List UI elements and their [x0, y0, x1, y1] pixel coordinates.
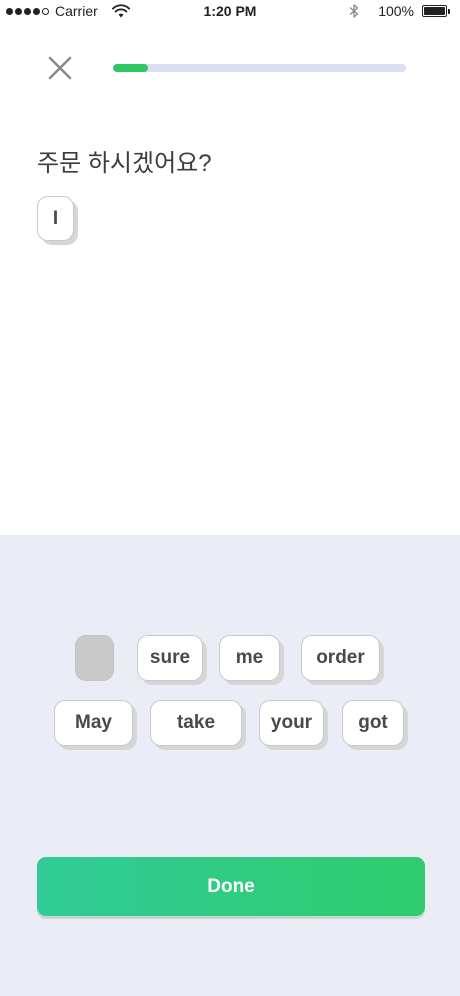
status-bar: Carrier 1:20 PM 100% — [0, 0, 460, 22]
word-chip-label: sure — [149, 647, 191, 668]
answer-chip[interactable]: I — [37, 196, 74, 241]
word-chip-label: me — [235, 647, 264, 668]
word-bank-area — [0, 535, 460, 996]
word-chip-take[interactable]: take — [150, 700, 242, 746]
word-chip-may[interactable]: May — [54, 700, 133, 746]
battery-percent: 100% — [378, 3, 414, 19]
word-chip-used-placeholder — [75, 635, 114, 681]
lesson-progress-fill — [113, 64, 149, 72]
word-chip-label: your — [270, 712, 313, 733]
done-button-label: Done — [207, 875, 255, 897]
close-icon — [48, 56, 72, 80]
word-chip-got[interactable]: got — [342, 700, 404, 746]
bluetooth-icon — [349, 4, 359, 18]
word-chip-label: got — [358, 712, 388, 733]
done-button[interactable]: Done — [37, 857, 425, 916]
word-chip-sure[interactable]: sure — [137, 635, 203, 681]
battery-body — [422, 5, 447, 17]
lesson-progress-bar — [113, 64, 406, 72]
word-chip-label: order — [316, 647, 365, 668]
word-chip-label: May — [75, 712, 112, 733]
answer-chip-label: I — [52, 207, 59, 229]
word-chip-label: take — [176, 712, 216, 733]
battery-icon — [422, 4, 452, 18]
word-chip-me[interactable]: me — [219, 635, 280, 681]
word-chip-your[interactable]: your — [259, 700, 324, 746]
word-chip-order[interactable]: order — [301, 635, 380, 681]
prompt-text: 주문 하시겠어요? — [37, 150, 212, 177]
battery-tip — [448, 9, 450, 14]
close-button[interactable] — [44, 52, 76, 84]
status-right: 100% — [348, 3, 452, 19]
battery-fill — [424, 7, 445, 15]
